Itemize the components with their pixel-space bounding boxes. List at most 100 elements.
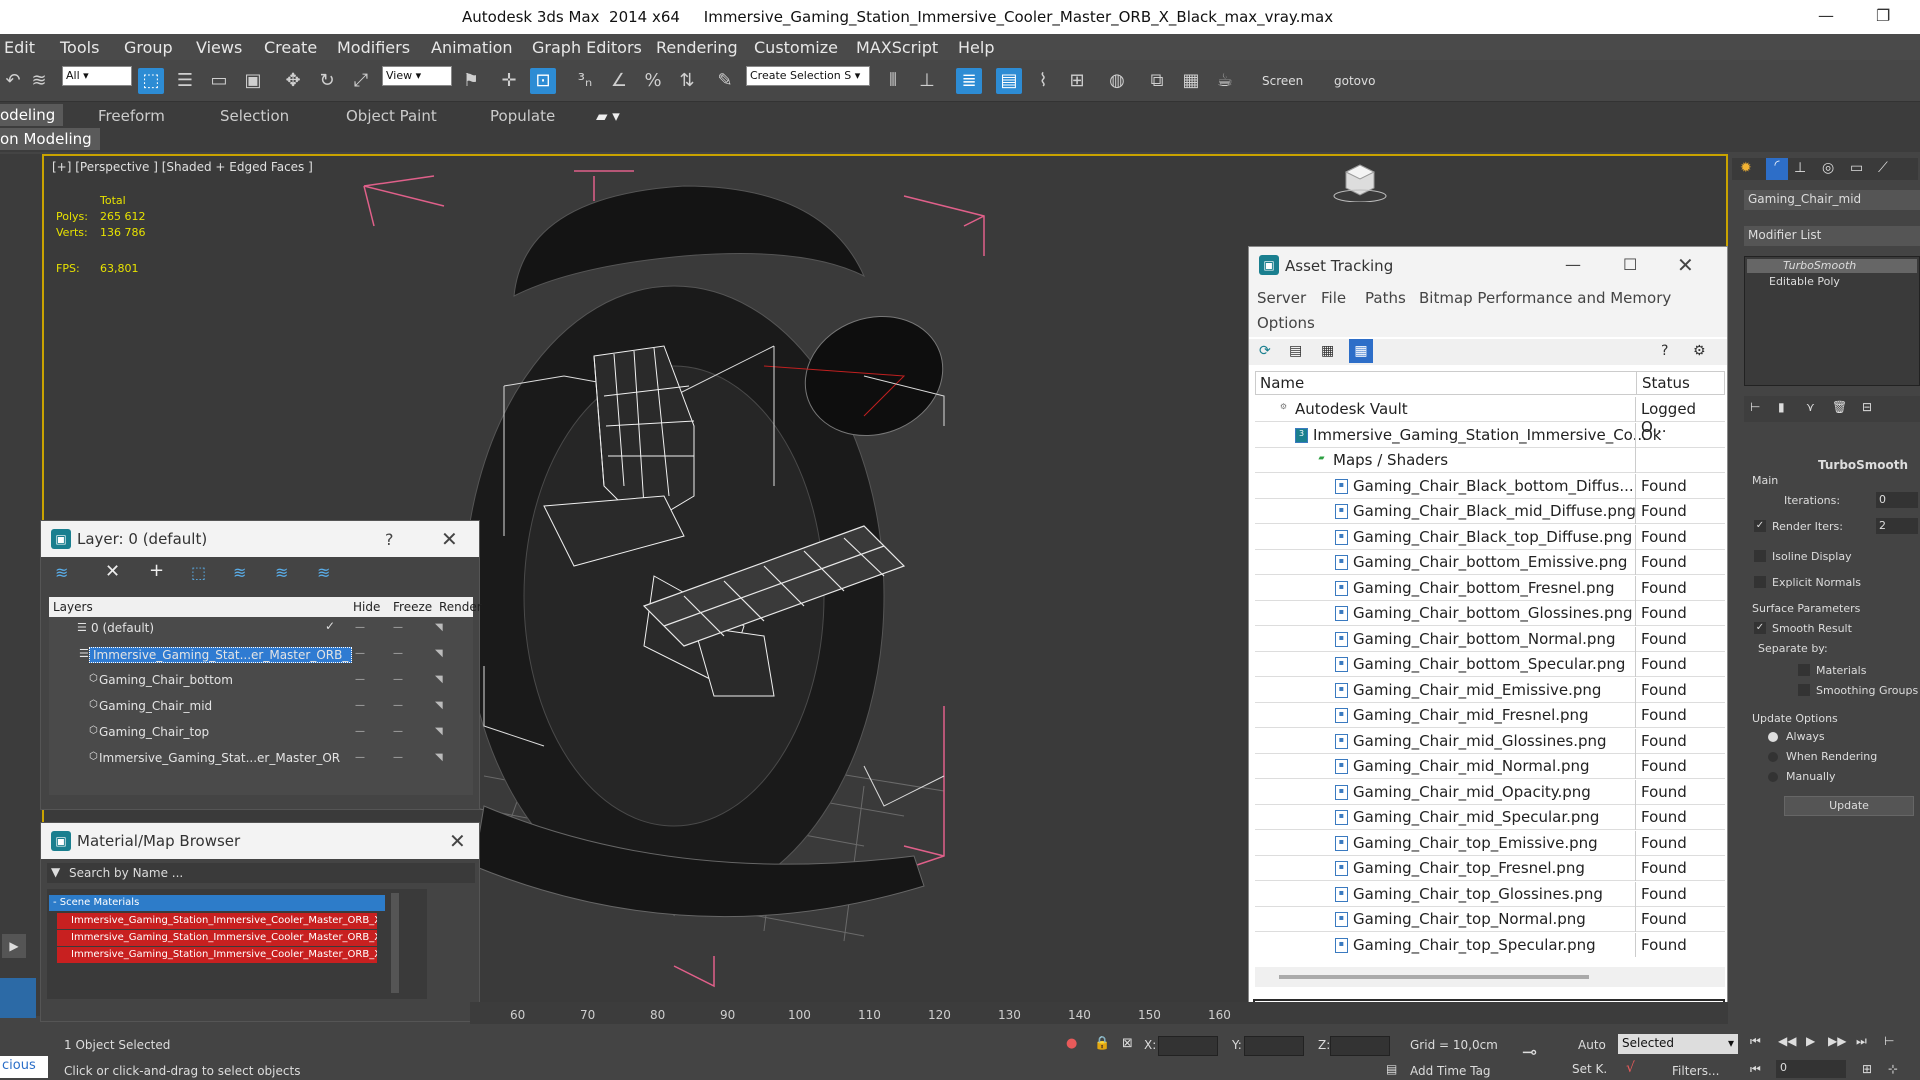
ribbon-sub-label[interactable]: on Modeling — [0, 128, 100, 150]
asset-row[interactable]: ▪ Gaming_Chair_top_Normal.png Found — [1255, 907, 1725, 932]
material-item[interactable]: Immersive_Gaming_Station_Immersive_Coole… — [57, 913, 377, 929]
material-item[interactable]: Immersive_Gaming_Station_Immersive_Coole… — [57, 930, 377, 946]
render-toggle-icon[interactable]: ◥ — [435, 700, 443, 711]
select-object-icon[interactable]: ⬚ — [138, 68, 164, 94]
spinner-snap-icon[interactable]: ⇅ — [674, 68, 700, 94]
freeze-toggle-icon[interactable]: — — [393, 726, 403, 737]
layer-dialog-titlebar[interactable]: ▣ Layer: 0 (default) ? ✕ — [41, 521, 479, 557]
freeze-toggle-icon[interactable]: — — [393, 752, 403, 763]
schematic-view-icon[interactable]: ⊞ — [1064, 68, 1090, 94]
undo-icon[interactable]: ↶ — [0, 68, 26, 94]
gotovo-label[interactable]: gotovo — [1334, 74, 1375, 88]
time-configuration-icon[interactable]: ⊞ — [1862, 1062, 1872, 1076]
angle-snap-icon[interactable]: ∠ — [606, 68, 632, 94]
asset-row[interactable]: ⚙ Autodesk Vault Logged O... — [1255, 397, 1725, 436]
menu-tools[interactable]: Tools — [60, 38, 99, 57]
render-toggle-icon[interactable]: ◥ — [435, 622, 443, 633]
smooth-result-checkbox[interactable]: ✓ — [1754, 622, 1766, 634]
freeze-all-icon[interactable]: ≋ — [317, 563, 330, 582]
expand-arrow-icon[interactable]: ▶ — [2, 934, 26, 958]
asset-row[interactable]: ▪ Gaming_Chair_mid_Fresnel.png Found — [1255, 703, 1725, 728]
link-icon[interactable]: ≋ — [26, 68, 52, 94]
asset-row[interactable]: ▪ Gaming_Chair_Black_top_Diffuse.png Found — [1255, 524, 1725, 550]
material-browser-titlebar[interactable]: ▣ Material/Map Browser ✕ — [41, 823, 479, 859]
menu-maxscript[interactable]: MAXScript — [856, 38, 938, 57]
asset-row[interactable]: ▪ Gaming_Chair_Black_mid_Diffuse.png Found — [1255, 499, 1725, 524]
active-check-icon[interactable]: ✓ — [325, 619, 335, 633]
ref-coord-dropdown[interactable]: View ▾ — [382, 66, 452, 86]
hide-toggle-icon[interactable]: — — [355, 622, 365, 633]
minimize-icon[interactable]: — — [1818, 6, 1834, 25]
highlight-layer-icon[interactable]: ≋ — [233, 563, 246, 582]
viewcube-widget[interactable] — [1332, 162, 1388, 203]
asset-row[interactable]: ▪ Gaming_Chair_top_Specular.png Found — [1255, 932, 1725, 957]
layer-row[interactable]: ⬡ Immersive_Gaming_Stat...er_Master_OR — — ◥ — [59, 747, 484, 771]
time-tag-icon[interactable]: ▤ — [1386, 1062, 1397, 1076]
utilities-tab-icon[interactable]: ⟋ — [1878, 160, 1888, 176]
asset-row[interactable]: ▪ Gaming_Chair_mid_Normal.png Found — [1255, 754, 1725, 779]
maxscript-listener[interactable]: cious — [0, 1056, 48, 1078]
stack-turbosmooth[interactable]: TurboSmooth — [1747, 259, 1917, 273]
render-toggle-icon[interactable]: ◥ — [435, 726, 443, 737]
render-frame-icon[interactable]: ▦ — [1178, 68, 1204, 94]
gaming-station-model[interactable] — [344, 166, 1304, 1016]
timeline-ruler[interactable]: 60 70 80 90 100 110 120 130 140 150 160 — [470, 1002, 1728, 1024]
asset-row[interactable]: ▪ Gaming_Chair_top_Emissive.png Found — [1255, 830, 1725, 856]
layer-dialog[interactable]: ▣ Layer: 0 (default) ? ✕ ≋ ✕ + ⬚ ≋ ≋ ≋ L… — [40, 520, 482, 810]
hide-toggle-icon[interactable]: — — [355, 752, 365, 763]
keyboard-shortcut-icon[interactable]: ⊡ — [530, 68, 556, 94]
play-icon[interactable]: ▶ — [1806, 1034, 1815, 1048]
set-key-icon[interactable]: ⊸ — [1522, 1042, 1537, 1063]
goto-end-icon[interactable]: ⏭ — [1856, 1034, 1867, 1049]
window-crossing-icon[interactable]: ▣ — [240, 68, 266, 94]
freeze-toggle-icon[interactable]: — — [393, 648, 403, 659]
curve-editor-icon[interactable]: ⌇ — [1030, 68, 1056, 94]
percent-snap-icon[interactable]: % — [640, 68, 666, 94]
ribbon-options-icon[interactable]: ▰ ▾ — [596, 107, 620, 125]
menu-graph-editors[interactable]: Graph Editors — [532, 38, 642, 57]
select-by-name-icon[interactable]: ☰ — [172, 68, 198, 94]
tab-populate[interactable]: Populate — [490, 107, 555, 125]
prev-frame-icon[interactable]: ◀◀ — [1778, 1034, 1796, 1048]
render-toggle-icon[interactable]: ◥ — [435, 648, 443, 659]
scale-icon[interactable]: ⤢ — [348, 68, 374, 94]
refresh-icon[interactable]: ⟳ — [1259, 343, 1271, 359]
menu-server[interactable]: Server — [1257, 289, 1306, 307]
asset-tracking-dialog[interactable]: ▣ Asset Tracking — ☐ ✕ Server File Paths… — [1248, 246, 1728, 1030]
asset-row[interactable]: ▪ Gaming_Chair_mid_Glossines.png Found — [1255, 728, 1725, 754]
layer-row[interactable]: ⬡ Gaming_Chair_top — — ◥ — [59, 721, 484, 745]
asset-hscroll[interactable] — [1255, 967, 1725, 987]
tab-freeform[interactable]: Freeform — [98, 107, 165, 125]
menu-paths[interactable]: Paths — [1365, 289, 1406, 307]
help-button[interactable]: ? — [385, 530, 394, 549]
render-setup-icon[interactable]: ⧉ — [1144, 68, 1170, 94]
screen-label[interactable]: Screen — [1262, 74, 1303, 88]
close-icon[interactable]: ✕ — [449, 829, 466, 853]
explicit-checkbox[interactable] — [1754, 576, 1766, 588]
menu-create[interactable]: Create — [264, 38, 317, 57]
material-scrollbar[interactable] — [391, 893, 399, 993]
search-field[interactable]: ▼ Search by Name ... — [47, 863, 475, 883]
absolute-mode-icon[interactable]: ⊠ — [1122, 1036, 1133, 1051]
z-coord-field[interactable] — [1330, 1036, 1390, 1056]
time-config-icon[interactable]: ⏮ — [1750, 1062, 1761, 1077]
hierarchy-tab-icon[interactable]: ⊥ — [1794, 160, 1806, 176]
stack-editable-poly[interactable]: Editable Poly — [1747, 275, 1917, 289]
table-view-icon[interactable]: ▦ — [1349, 339, 1373, 363]
tab-selection[interactable]: Selection — [220, 107, 289, 125]
hide-toggle-icon[interactable]: — — [355, 674, 365, 685]
select-in-layer-icon[interactable]: ⬚ — [191, 563, 206, 582]
rect-selection-icon[interactable]: ▭ — [206, 68, 232, 94]
layer-manager-icon[interactable]: ≣ — [956, 68, 982, 94]
asset-row[interactable]: 3 Immersive_Gaming_Station_Immersive_Co..… — [1255, 422, 1725, 448]
always-radio[interactable] — [1768, 732, 1778, 742]
object-name-field[interactable]: Gaming_Chair_mid — [1744, 190, 1920, 210]
create-tab-icon[interactable]: ✹ — [1740, 160, 1752, 176]
layer-row[interactable]: ☰ 0 (default) ✓ — — ◥ — [59, 617, 484, 641]
asset-row[interactable]: ▪ Gaming_Chair_bottom_Fresnel.png Found — [1255, 575, 1725, 601]
menu-file[interactable]: File — [1321, 289, 1346, 307]
pin-stack-icon[interactable]: ⊢ — [1750, 400, 1760, 414]
rotate-icon[interactable]: ↻ — [314, 68, 340, 94]
new-layer-icon[interactable]: ≋ — [55, 563, 68, 582]
show-end-icon[interactable]: ▮ — [1778, 400, 1785, 414]
